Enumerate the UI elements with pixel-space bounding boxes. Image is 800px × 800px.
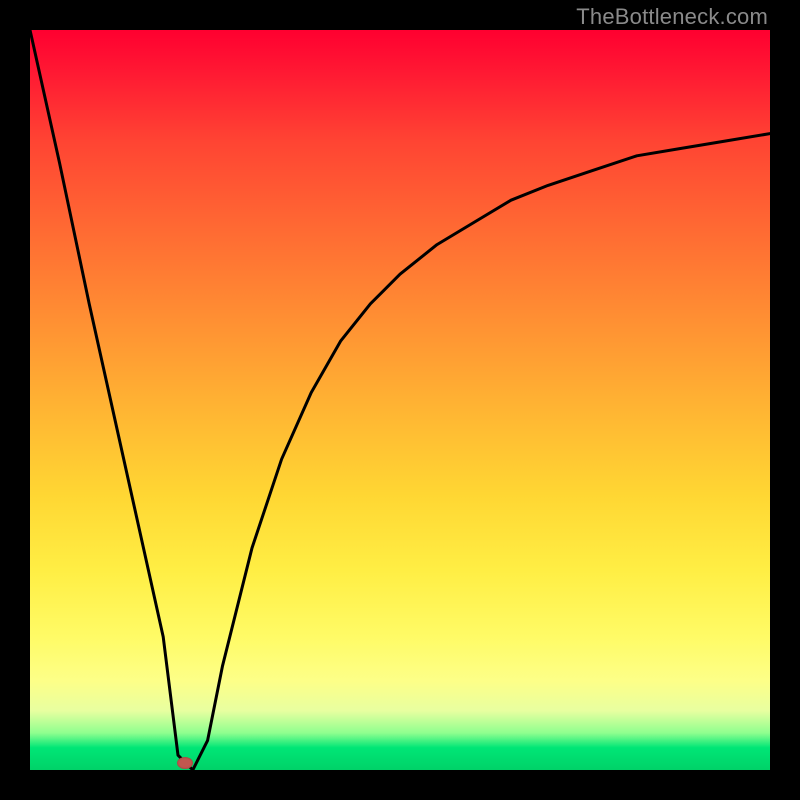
bottleneck-curve xyxy=(30,30,770,770)
optimal-point-marker xyxy=(177,757,193,769)
plot-area xyxy=(30,30,770,770)
chart-frame: TheBottleneck.com xyxy=(0,0,800,800)
watermark-text: TheBottleneck.com xyxy=(576,4,768,30)
